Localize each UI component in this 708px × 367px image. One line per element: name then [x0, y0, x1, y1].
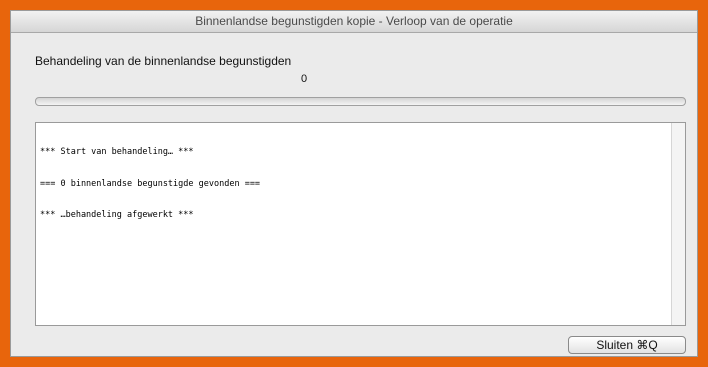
operation-heading: Behandeling van de binnenlandse begunsti…: [35, 54, 292, 68]
log-line: *** Start van behandeling… ***: [40, 147, 194, 157]
progress-window: Binnenlandse begunstigden kopie - Verloo…: [10, 10, 698, 357]
log-line: === 0 binnenlandse begunstigde gevonden …: [40, 178, 261, 189]
log-output[interactable]: *** Start van behandeling… *** === 0 bin…: [35, 122, 686, 326]
processed-counter: 0: [301, 73, 308, 85]
progress-bar: [35, 97, 686, 106]
close-button[interactable]: Sluiten ⌘Q: [568, 336, 686, 354]
log-scrollbar[interactable]: [671, 123, 685, 325]
window-title: Binnenlandse begunstigden kopie - Verloo…: [11, 11, 697, 33]
log-lines: *** Start van behandeling… *** === 0 bin…: [40, 126, 667, 242]
log-line: *** …behandeling afgewerkt ***: [40, 210, 194, 220]
